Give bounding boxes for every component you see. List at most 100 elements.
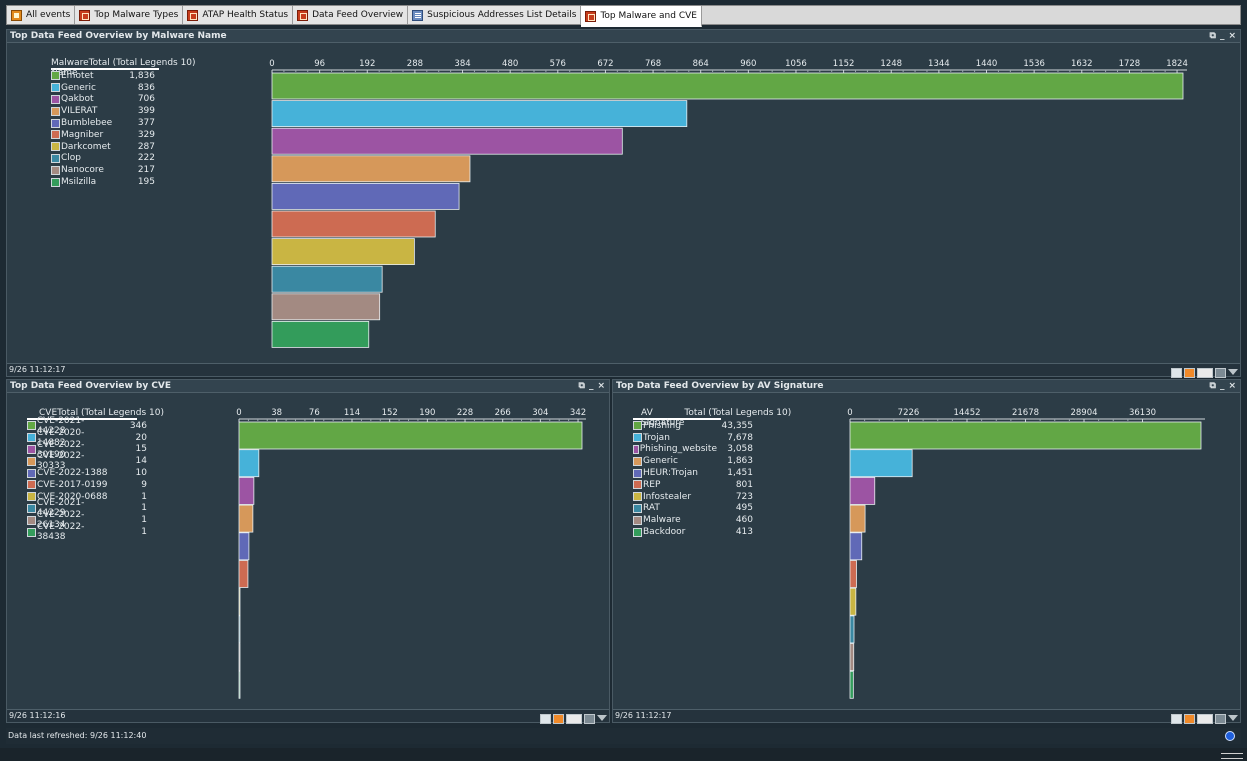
- bar-cve-2022-38438[interactable]: [238, 670, 241, 699]
- bar-cve-2020-14882[interactable]: [238, 449, 260, 478]
- panel-footer: 9/26 11:12:16: [7, 709, 609, 724]
- tab-bar: All events Top Malware Types ATAP Health S…: [6, 5, 1241, 27]
- tab-label: ATAP Health Status: [202, 10, 289, 20]
- view-options-icon[interactable]: [1197, 713, 1213, 724]
- x-axis-tick-label: 38: [271, 408, 282, 418]
- bar-clop[interactable]: [271, 265, 383, 293]
- tab-all-events[interactable]: All events: [7, 6, 76, 24]
- bar-vilerat[interactable]: [271, 155, 471, 183]
- malware-name-panel: Top Data Feed Overview by Malware Name ⧉…: [6, 29, 1241, 378]
- panel-footer: 9/26 11:12:17: [613, 709, 1240, 724]
- bar-cve-2017-0199[interactable]: [238, 560, 249, 588]
- dropdown-arrow-icon[interactable]: [597, 715, 607, 726]
- panel-timestamp: 9/26 11:12:17: [9, 365, 66, 374]
- list-icon: [412, 9, 424, 21]
- x-axis-tick-label: 1152: [833, 59, 855, 69]
- tab-top-malware-types[interactable]: Top Malware Types: [75, 6, 184, 24]
- bar-heur-trojan[interactable]: [849, 532, 863, 561]
- restore-icon[interactable]: ⧉: [579, 380, 585, 392]
- bar-magniber[interactable]: [271, 210, 436, 238]
- notification-icon[interactable]: [1225, 731, 1235, 741]
- x-axis-tick-label: 21678: [1012, 408, 1039, 418]
- bar-cve-2021-44228[interactable]: [238, 421, 583, 450]
- status-bar: Data last refreshed: 9/26 11:12:40: [6, 728, 1241, 744]
- x-axis-tick-label: 672: [597, 59, 613, 69]
- dropdown-arrow-icon[interactable]: [1228, 715, 1238, 726]
- bar-cve-2022-26134[interactable]: [238, 643, 241, 672]
- view-options-icon[interactable]: [1197, 367, 1213, 378]
- restore-icon[interactable]: ⧉: [1210, 380, 1216, 392]
- bar-malware[interactable]: [849, 643, 855, 672]
- bar-rep[interactable]: [849, 560, 857, 588]
- x-axis-tick-label: 864: [693, 59, 709, 69]
- close-icon[interactable]: ×: [1228, 30, 1236, 42]
- bar-cve-2022-30333[interactable]: [238, 504, 254, 533]
- view-options-icon[interactable]: [566, 713, 582, 724]
- export-icon[interactable]: [1215, 713, 1226, 724]
- bar-cve-2020-0688[interactable]: [238, 587, 241, 616]
- bar-bumblebee[interactable]: [271, 182, 460, 210]
- bar-generic[interactable]: [271, 100, 688, 127]
- panel-title-text: Top Data Feed Overview by AV Signature: [616, 381, 824, 391]
- bar-trojan[interactable]: [849, 449, 913, 478]
- cve-bar-chart: 0 38 76 114 152 190 228 266 304 342: [236, 408, 586, 699]
- chart-settings-icon[interactable]: [553, 713, 564, 724]
- minimize-icon[interactable]: _: [589, 380, 594, 392]
- restore-icon[interactable]: ⧉: [1210, 30, 1216, 42]
- events-icon: [11, 9, 22, 21]
- cve-panel: Top Data Feed Overview by CVE ⧉ _ × CVE …: [6, 379, 610, 724]
- bar-qakbot[interactable]: [271, 127, 623, 155]
- bar-generic[interactable]: [849, 504, 866, 533]
- x-axis-tick-label: 114: [344, 408, 360, 418]
- tab-suspicious-addresses-list-details[interactable]: Suspicious Addresses List Details: [408, 6, 582, 24]
- bar-phishing-website[interactable]: [849, 477, 876, 505]
- dashboard-icon: [79, 9, 91, 21]
- tab-data-feed-overview[interactable]: Data Feed Overview: [293, 6, 409, 24]
- tab-label: Suspicious Addresses List Details: [427, 10, 577, 20]
- bar-rat[interactable]: [849, 615, 855, 644]
- x-axis-tick-label: 14452: [953, 408, 980, 418]
- export-icon[interactable]: [584, 713, 595, 724]
- close-icon[interactable]: ×: [1228, 380, 1236, 392]
- bar-phishing[interactable]: [849, 421, 1202, 450]
- panel-title: Top Data Feed Overview by AV Signature ⧉…: [613, 380, 1240, 393]
- malware-bar-chart: 0 96 192 288 384 480 576 672 768 864 960 1056 1152 12…: [269, 59, 1188, 348]
- bar-cve-2021-44229[interactable]: [238, 615, 241, 644]
- x-axis-tick-label: 576: [550, 59, 566, 69]
- chart-settings-icon[interactable]: [1184, 367, 1195, 378]
- zoom-icon[interactable]: [1171, 367, 1182, 378]
- bar-cve-2022-30190[interactable]: [238, 477, 255, 505]
- chart-settings-icon[interactable]: [1184, 713, 1195, 724]
- resize-grip-icon[interactable]: [1221, 753, 1243, 759]
- x-axis-tick-label: 1344: [928, 59, 950, 69]
- bar-cve-2022-1388[interactable]: [238, 532, 250, 561]
- x-axis-tick-label: 1056: [785, 59, 807, 69]
- tab-label: Data Feed Overview: [312, 10, 404, 20]
- x-axis-tick-label: 304: [532, 408, 548, 418]
- panel-title-text: Top Data Feed Overview by Malware Name: [10, 31, 227, 41]
- export-icon[interactable]: [1215, 367, 1226, 378]
- x-axis-tick-label: 1632: [1071, 59, 1093, 69]
- x-axis-tick-label: 7226: [898, 408, 920, 418]
- x-axis-tick-label: 152: [382, 408, 398, 418]
- bar-infostealer[interactable]: [849, 587, 857, 616]
- close-icon[interactable]: ×: [597, 380, 605, 392]
- bar-backdoor[interactable]: [849, 670, 854, 699]
- tab-top-malware-and-cve[interactable]: Top Malware and CVE: [581, 6, 702, 27]
- minimize-icon[interactable]: _: [1220, 380, 1225, 392]
- zoom-icon[interactable]: [1171, 713, 1182, 724]
- x-axis-tick-label: 192: [359, 59, 375, 69]
- x-axis-tick-label: 228: [457, 408, 473, 418]
- x-axis-tick-label: 0: [847, 408, 852, 418]
- bar-darkcomet[interactable]: [271, 238, 415, 266]
- x-axis-tick-label: 36130: [1129, 408, 1156, 418]
- tab-atap-health-status[interactable]: ATAP Health Status: [183, 6, 294, 24]
- tab-label: Top Malware and CVE: [600, 11, 697, 21]
- bar-emotet[interactable]: [271, 72, 1184, 100]
- zoom-icon[interactable]: [540, 713, 551, 724]
- bar-nanocore[interactable]: [271, 293, 381, 321]
- panel-timestamp: 9/26 11:12:17: [615, 711, 672, 720]
- bar-msilzilla[interactable]: [271, 320, 370, 348]
- x-axis-tick-label: 96: [314, 59, 325, 69]
- minimize-icon[interactable]: _: [1220, 30, 1225, 42]
